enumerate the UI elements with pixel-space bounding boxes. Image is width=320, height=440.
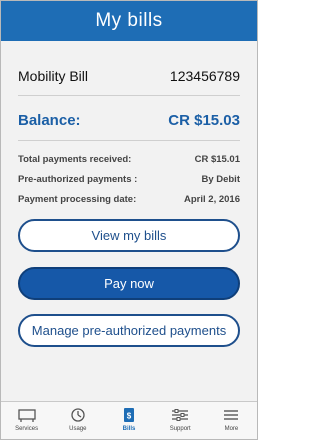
bottom-tab-bar: Services Usage $ Bills Support More [1,401,257,439]
page-title: My bills [95,10,163,31]
bill-name: Mobility Bill [18,68,89,84]
bill-number: 123456789 [169,68,240,84]
tab-label: Usage [69,426,87,432]
balance-row: Balance: CR $15.03 [18,110,240,130]
view-my-bills-button[interactable]: View my bills [18,219,240,252]
detail-label: Total payments received: [18,153,132,165]
support-icon [172,409,189,421]
balance-value: CR $15.03 [168,111,240,129]
detail-value: April 2, 2016 [184,193,240,205]
detail-value: By Debit [201,173,240,185]
tab-bills[interactable]: $ Bills [103,402,154,439]
tab-more[interactable]: More [206,402,257,439]
divider [18,140,240,141]
tab-label: Services [15,426,39,432]
page-header: My bills [1,1,257,41]
tab-usage[interactable]: Usage [52,402,103,439]
divider [18,95,240,96]
bill-summary-row: Mobility Bill 123456789 [18,66,240,86]
app-screen: My bills Mobility Bill 123456789 Balance… [0,0,258,440]
services-icon [17,409,36,422]
detail-label: Pre-authorized payments : [18,173,138,185]
manage-preauthorized-payments-button[interactable]: Manage pre-authorized payments [18,314,240,347]
detail-value: CR $15.01 [194,153,240,165]
tab-support[interactable]: Support [155,402,206,439]
tab-label: Support [169,426,191,432]
svg-text:$: $ [127,412,132,421]
tab-label: More [224,426,239,432]
detail-row-preauth: Pre-authorized payments : By Debit [18,172,240,186]
pay-now-button[interactable]: Pay now [18,267,240,300]
detail-row-total-payments: Total payments received: CR $15.01 [18,152,240,166]
usage-icon [71,408,85,422]
balance-label: Balance: [18,111,81,129]
more-icon [224,410,239,420]
tab-services[interactable]: Services [1,402,52,439]
detail-label: Payment processing date: [18,193,137,205]
tab-label: Bills [122,426,136,432]
detail-row-processing-date: Payment processing date: April 2, 2016 [18,192,240,206]
bills-icon: $ [124,408,134,422]
